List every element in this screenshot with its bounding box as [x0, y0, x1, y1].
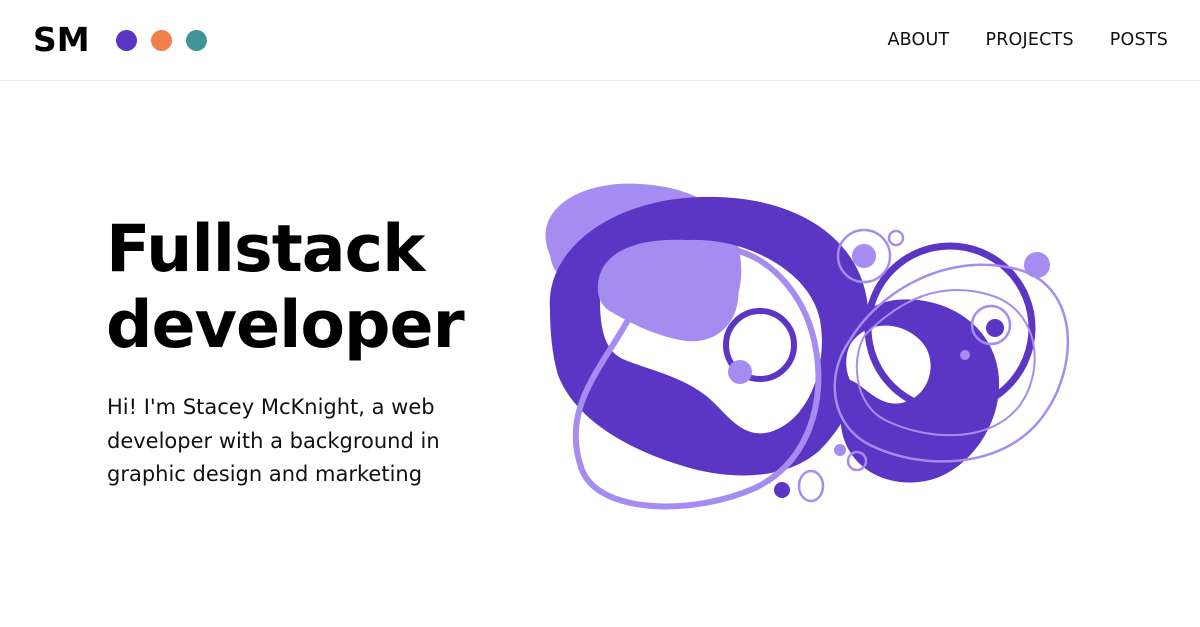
nav-link-about[interactable]: ABOUT [887, 28, 949, 52]
tiny-light-dot [960, 350, 970, 360]
nav-link-posts[interactable]: POSTS [1110, 28, 1168, 52]
inner-light-blob-shape [597, 239, 739, 342]
nav-link-projects[interactable]: PROJECTS [985, 28, 1073, 52]
right-dark-dot [986, 319, 1004, 337]
hero-title-line-1: Fullstack [106, 212, 425, 287]
bottom-light-dot [834, 444, 846, 456]
top-filled-circle [852, 244, 876, 268]
top-navigation-bar: SM ABOUT PROJECTS POSTS [0, 0, 1200, 81]
color-dots [116, 30, 207, 51]
small-light-circle [728, 360, 752, 384]
main-nav: ABOUT PROJECTS POSTS [887, 28, 1168, 52]
abstract-illustration [545, 183, 1070, 510]
site-logo[interactable]: SM [33, 20, 90, 60]
orange-dot-icon [151, 30, 172, 51]
bottom-dark-dot [774, 482, 790, 498]
tiny-outline-circle [887, 229, 905, 247]
purple-dot-icon [116, 30, 137, 51]
bottom-outline-oval [797, 469, 825, 503]
hero-title: Fullstack developer [106, 212, 526, 364]
right-light-dot [1024, 252, 1050, 278]
hero-subtitle: Hi! I'm Stacey McKnight, a web developer… [107, 395, 440, 486]
teal-dot-icon [186, 30, 207, 51]
hero-title-line-2: developer [106, 288, 465, 363]
